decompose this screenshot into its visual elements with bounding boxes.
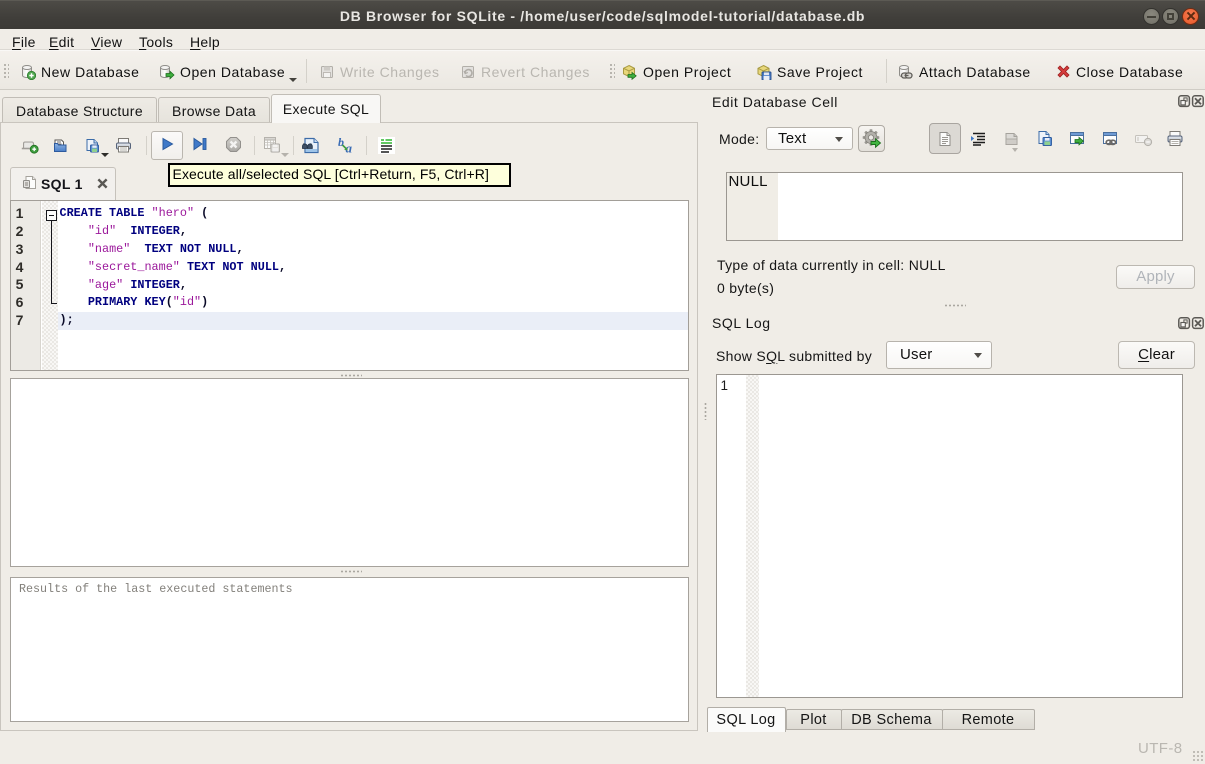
svg-text:b: b bbox=[338, 136, 344, 149]
svg-text:a: a bbox=[346, 140, 353, 154]
